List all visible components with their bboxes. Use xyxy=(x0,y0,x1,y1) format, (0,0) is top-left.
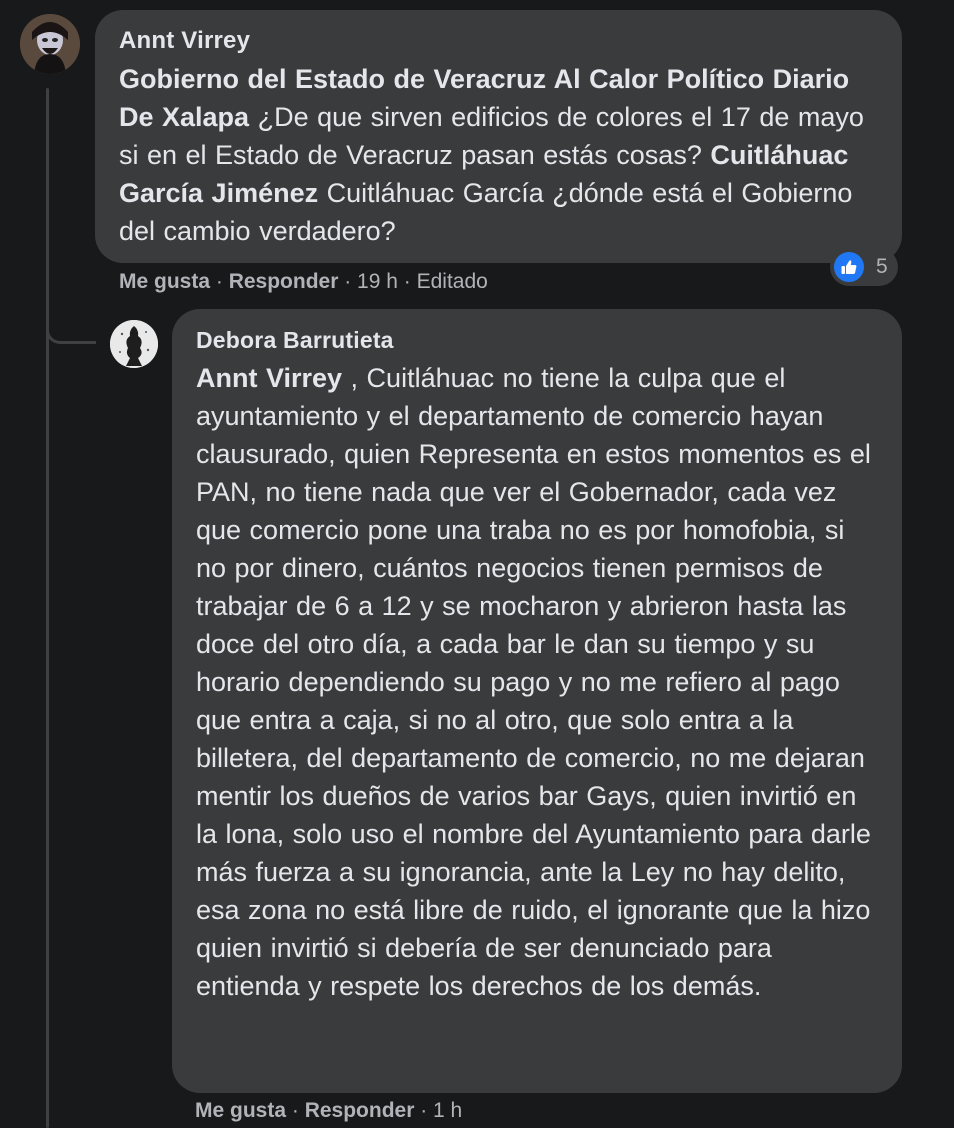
reply-bubble: Debora Barrutieta Annt Virrey , Cuitláhu… xyxy=(172,309,902,1093)
separator: · xyxy=(397,270,417,293)
avatar-debora-barrutieta[interactable] xyxy=(110,320,158,368)
comment-bubble: Annt Virrey Gobierno del Estado de Verac… xyxy=(95,10,902,263)
separator: · xyxy=(286,1099,305,1122)
reply-button[interactable]: Responder xyxy=(229,270,339,293)
edited-label[interactable]: Editado xyxy=(417,270,488,293)
reaction-count: 5 xyxy=(876,255,888,278)
timestamp[interactable]: 1 h xyxy=(433,1099,462,1122)
thread-line xyxy=(46,88,49,1128)
separator: · xyxy=(414,1099,434,1122)
comment-author[interactable]: Annt Virrey xyxy=(119,26,878,56)
reply-button[interactable]: Responder xyxy=(305,1099,415,1122)
avatar-image xyxy=(20,14,80,74)
thumbs-up-icon xyxy=(832,250,866,284)
timestamp[interactable]: 19 h xyxy=(357,270,398,293)
reaction-summary[interactable]: 5 xyxy=(830,248,898,286)
avatar-image xyxy=(110,320,158,368)
separator: · xyxy=(210,270,229,293)
comment-text: Gobierno del Estado de Veracruz Al Calor… xyxy=(119,60,878,250)
comment-actions: Me gusta · Responder · 19 h · Editado xyxy=(119,268,488,296)
separator: · xyxy=(338,270,358,293)
comment-text-segment: , Cuitláhuac no tiene la culpa que el ay… xyxy=(196,363,871,1001)
comment-author[interactable]: Debora Barrutieta xyxy=(196,325,878,355)
reply-connector xyxy=(46,300,96,344)
like-button[interactable]: Me gusta xyxy=(195,1099,286,1122)
comment-text: Annt Virrey , Cuitláhuac no tiene la cul… xyxy=(196,359,878,1005)
like-button[interactable]: Me gusta xyxy=(119,270,210,293)
avatar-annt-virrey[interactable] xyxy=(20,14,80,74)
mention-link[interactable]: Annt Virrey xyxy=(196,363,342,393)
comment-actions: Me gusta · Responder · 1 h xyxy=(195,1097,462,1125)
